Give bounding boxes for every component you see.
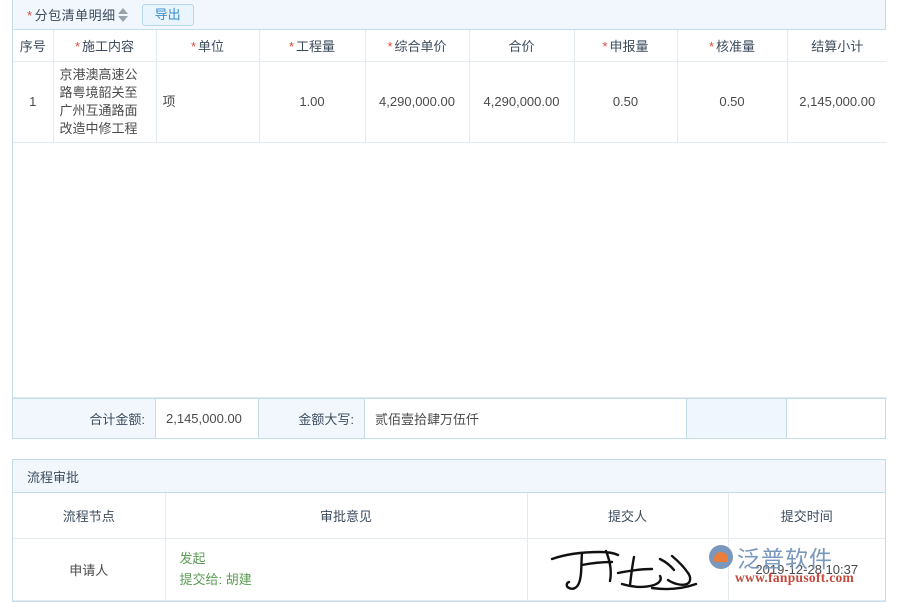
opinion-submit-to: 提交给: 胡建: [180, 569, 527, 590]
spinner-up-arrow: [118, 8, 128, 14]
approval-row: 申请人 发起 提交给: 胡建: [13, 538, 885, 600]
cell-submit-time: 2019-12-28 10:37: [728, 538, 885, 600]
required-marker: *: [289, 39, 294, 54]
column-header-declared[interactable]: *申报量: [574, 30, 677, 61]
column-header-submitter: 提交人: [527, 493, 728, 538]
cell-approved[interactable]: 0.50: [677, 61, 787, 142]
column-header-seq[interactable]: 序号: [13, 30, 53, 61]
column-header-unit[interactable]: *单位: [156, 30, 259, 61]
subcontract-detail-panel: *分包清单明细 导出 序号 *施工内容 *单位 *工程量 *综合单价: [12, 0, 886, 439]
column-header-flow-node: 流程节点: [13, 493, 165, 538]
cell-declared[interactable]: 0.50: [574, 61, 677, 142]
cell-seq: 1: [13, 61, 53, 142]
required-marker: *: [75, 39, 80, 54]
detail-panel-title-text: 分包清单明细: [35, 8, 116, 23]
required-marker: *: [602, 39, 607, 54]
approval-flow-header: 流程审批: [13, 460, 885, 493]
export-button[interactable]: 导出: [142, 4, 194, 26]
column-label: 申报量: [610, 39, 649, 54]
cell-approval-opinion: 发起 提交给: 胡建: [165, 538, 527, 600]
column-header-submit-time: 提交时间: [728, 493, 885, 538]
column-label: 单位: [198, 39, 224, 54]
required-marker: *: [709, 39, 714, 54]
required-marker: *: [387, 39, 392, 54]
table-row[interactable]: 1 京港澳高速公路粤境韶关至广州互通路面改造中修工程 项 1.00 4,290,…: [13, 61, 887, 142]
column-label: 施工内容: [82, 39, 134, 54]
cell-unit-price[interactable]: 4,290,000.00: [365, 61, 469, 142]
approval-flow-table: 流程节点 审批意见 提交人 提交时间 申请人 发起 提交给: 胡建: [13, 493, 885, 601]
totals-blank-cell-2: [787, 399, 885, 438]
column-label: 工程量: [296, 39, 335, 54]
approval-flow-title: 流程审批: [27, 467, 79, 486]
table-empty-area: [13, 142, 887, 397]
column-label: 结算小计: [811, 39, 863, 54]
cell-unit[interactable]: 项: [156, 61, 259, 142]
capital-amount-label: 金额大写:: [259, 399, 365, 438]
column-label: 合价: [508, 39, 534, 54]
required-marker: *: [191, 39, 196, 54]
handwritten-signature-icon: [548, 543, 708, 595]
subcontract-detail-table: 序号 *施工内容 *单位 *工程量 *综合单价 合价 *申报量 *核准量 结算小…: [13, 30, 887, 398]
column-header-approved[interactable]: *核准量: [677, 30, 787, 61]
cell-quantity[interactable]: 1.00: [259, 61, 365, 142]
totals-row: 合计金额: 2,145,000.00 金额大写: 贰佰壹拾肆万伍仟: [13, 398, 885, 438]
cell-total-price: 4,290,000.00: [469, 61, 574, 142]
column-header-settlement[interactable]: 结算小计: [787, 30, 887, 61]
cell-flow-node: 申请人: [13, 538, 165, 600]
cell-content[interactable]: 京港澳高速公路粤境韶关至广州互通路面改造中修工程: [53, 61, 156, 142]
cell-submitter-signature: [527, 538, 728, 600]
column-label: 综合单价: [395, 39, 447, 54]
column-label: 核准量: [716, 39, 755, 54]
cell-settlement: 2,145,000.00: [787, 61, 887, 142]
detail-panel-title: *分包清单明细: [27, 5, 116, 24]
spinner-down-arrow: [118, 16, 128, 22]
column-header-quantity[interactable]: *工程量: [259, 30, 365, 61]
totals-blank-cell-1: [687, 399, 787, 438]
table-header-row: 序号 *施工内容 *单位 *工程量 *综合单价 合价 *申报量 *核准量 结算小…: [13, 30, 887, 61]
column-header-total-price[interactable]: 合价: [469, 30, 574, 61]
table-empty-cell: [13, 142, 887, 397]
required-marker: *: [27, 8, 33, 23]
detail-panel-header: *分包清单明细 导出: [13, 0, 885, 30]
column-header-opinion: 审批意见: [165, 493, 527, 538]
total-amount-label: 合计金额:: [13, 399, 156, 438]
column-label: 序号: [20, 39, 46, 54]
total-amount-value: 2,145,000.00: [156, 399, 259, 438]
approval-header-row: 流程节点 审批意见 提交人 提交时间: [13, 493, 885, 538]
capital-amount-value: 贰佰壹拾肆万伍仟: [365, 399, 687, 438]
approval-flow-panel: 流程审批 流程节点 审批意见 提交人 提交时间 申请人 发起 提交给: 胡建: [12, 459, 886, 602]
column-header-content[interactable]: *施工内容: [53, 30, 156, 61]
opinion-action: 发起: [180, 548, 527, 569]
sort-spinner-icon[interactable]: [118, 8, 128, 22]
column-header-unit-price[interactable]: *综合单价: [365, 30, 469, 61]
